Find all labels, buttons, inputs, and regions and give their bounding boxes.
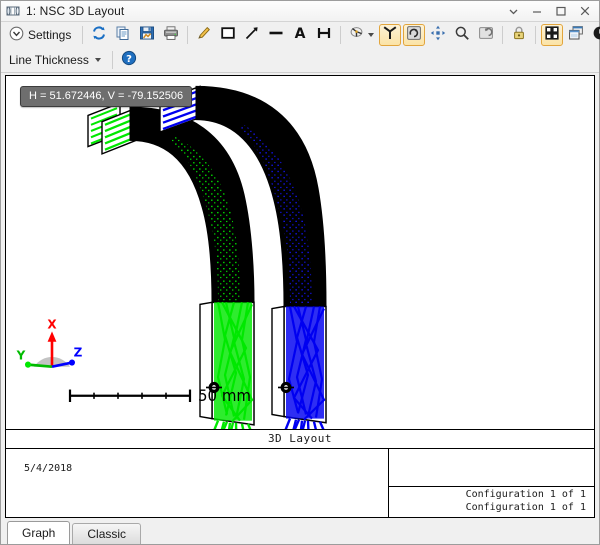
line-thickness-button[interactable]: Line Thickness bbox=[5, 49, 107, 71]
footer-configuration: Configuration 1 of 1 Configuration 1 of … bbox=[389, 487, 594, 517]
chevron-down-icon bbox=[368, 33, 374, 37]
axis-label-z: Z bbox=[74, 345, 83, 359]
plot-area-wrapper: H = 51.672446, V = -79.152506 bbox=[1, 73, 599, 518]
pan-button[interactable] bbox=[427, 24, 449, 46]
dimension-tool[interactable] bbox=[313, 24, 335, 46]
pencil-tool[interactable] bbox=[193, 24, 215, 46]
arrow-icon bbox=[244, 25, 260, 44]
print-button[interactable] bbox=[160, 24, 182, 46]
view-orientation-button[interactable] bbox=[346, 24, 377, 46]
lock-icon bbox=[511, 25, 527, 44]
text-a-icon: A bbox=[292, 25, 308, 44]
footer-right-blank bbox=[389, 449, 594, 487]
pan-arrows-icon bbox=[430, 25, 446, 44]
bottom-tab-bar: Graph Classic bbox=[1, 518, 599, 544]
separator-5 bbox=[535, 26, 536, 44]
separator-4 bbox=[502, 26, 503, 44]
line-tool[interactable] bbox=[265, 24, 287, 46]
layout-3d-icon bbox=[5, 3, 21, 19]
rectangle-icon bbox=[220, 25, 236, 44]
rotate-3d-button[interactable] bbox=[379, 24, 401, 46]
footer-body: 5/4/2018 Configuration 1 of 1 Configurat… bbox=[6, 449, 594, 517]
chevron-down-icon bbox=[95, 58, 101, 62]
svg-text:A: A bbox=[295, 26, 306, 41]
3d-viewport[interactable]: H = 51.672446, V = -79.152506 bbox=[5, 75, 595, 430]
separator-3 bbox=[340, 26, 341, 44]
config-line-2: Configuration 1 of 1 bbox=[389, 502, 586, 515]
settings-label: Settings bbox=[28, 28, 71, 42]
clock-refresh-icon bbox=[592, 25, 600, 44]
separator-1 bbox=[82, 26, 83, 44]
scale-bar: 50 mm bbox=[70, 387, 251, 405]
help-circle-icon: ? bbox=[121, 50, 137, 69]
footer-date: 5/4/2018 bbox=[6, 449, 389, 517]
coordinate-readout: H = 51.672446, V = -79.152506 bbox=[20, 86, 192, 107]
zoom-button[interactable] bbox=[451, 24, 473, 46]
detach-window-button[interactable] bbox=[565, 24, 587, 46]
separator-2 bbox=[187, 26, 188, 44]
save-chart-icon bbox=[139, 25, 155, 44]
copy-button[interactable] bbox=[112, 24, 134, 46]
nsc-3d-layout-window: 1: NSC 3D Layout bbox=[0, 0, 600, 545]
toolbar-row-1: Settings bbox=[1, 22, 599, 47]
axis-label-y: Y bbox=[16, 348, 26, 362]
undo-rotate-icon bbox=[478, 25, 494, 44]
title-bar: 1: NSC 3D Layout bbox=[1, 1, 599, 22]
close-button[interactable] bbox=[573, 2, 597, 21]
save-chart-button[interactable] bbox=[136, 24, 158, 46]
fit-window-icon bbox=[544, 25, 560, 44]
rectangle-tool[interactable] bbox=[217, 24, 239, 46]
config-line-1: Configuration 1 of 1 bbox=[389, 489, 586, 502]
separator-6 bbox=[112, 51, 113, 69]
footer-right: Configuration 1 of 1 Configuration 1 of … bbox=[389, 449, 594, 517]
footer-title: 3D Layout bbox=[6, 430, 594, 449]
window-title: 1: NSC 3D Layout bbox=[26, 4, 501, 18]
minimize-button[interactable] bbox=[525, 2, 549, 21]
detach-window-icon bbox=[568, 25, 584, 44]
magnifier-icon bbox=[454, 25, 470, 44]
tab-graph-label: Graph bbox=[22, 526, 55, 540]
dimension-icon bbox=[316, 25, 332, 44]
tab-graph[interactable]: Graph bbox=[7, 521, 70, 544]
axis-tripod-icon bbox=[349, 25, 366, 44]
settings-button[interactable]: Settings bbox=[5, 24, 77, 46]
clock-refresh-button[interactable] bbox=[589, 24, 600, 46]
reset-view-button[interactable] bbox=[475, 24, 497, 46]
footer-block: 3D Layout 5/4/2018 Configuration 1 of 1 … bbox=[5, 430, 595, 518]
copy-icon bbox=[115, 25, 131, 44]
fit-window-button[interactable] bbox=[541, 24, 563, 46]
3d-layout-drawing: 50 mm X Y Z bbox=[6, 76, 594, 429]
line-icon bbox=[268, 25, 284, 44]
pencil-icon bbox=[196, 25, 212, 44]
tripod-rotate-icon bbox=[382, 25, 398, 44]
maximize-button[interactable] bbox=[549, 2, 573, 21]
window-dropdown-button[interactable] bbox=[501, 2, 525, 21]
spin-icon bbox=[406, 25, 422, 44]
scale-bar-label: 50 mm bbox=[198, 387, 251, 405]
text-tool[interactable]: A bbox=[289, 24, 311, 46]
refresh-icon bbox=[91, 25, 107, 44]
toolbar-row-2: Line Thickness ? bbox=[1, 47, 599, 72]
chevron-down-circle-icon bbox=[9, 26, 24, 44]
help-button[interactable]: ? bbox=[118, 49, 140, 71]
axis-gizmo: X Y Z bbox=[16, 317, 83, 368]
arrow-tool[interactable] bbox=[241, 24, 263, 46]
toolbar-area: Settings bbox=[1, 22, 599, 73]
printer-icon bbox=[163, 25, 179, 44]
green-entrance-faces bbox=[88, 103, 136, 154]
refresh-button[interactable] bbox=[88, 24, 110, 46]
lock-button[interactable] bbox=[508, 24, 530, 46]
tab-classic[interactable]: Classic bbox=[72, 523, 141, 544]
line-thickness-label: Line Thickness bbox=[9, 53, 89, 67]
tab-classic-label: Classic bbox=[87, 527, 126, 541]
spin-button[interactable] bbox=[403, 24, 425, 46]
svg-text:?: ? bbox=[126, 54, 132, 65]
window-controls bbox=[501, 2, 597, 21]
axis-label-x: X bbox=[47, 317, 57, 331]
